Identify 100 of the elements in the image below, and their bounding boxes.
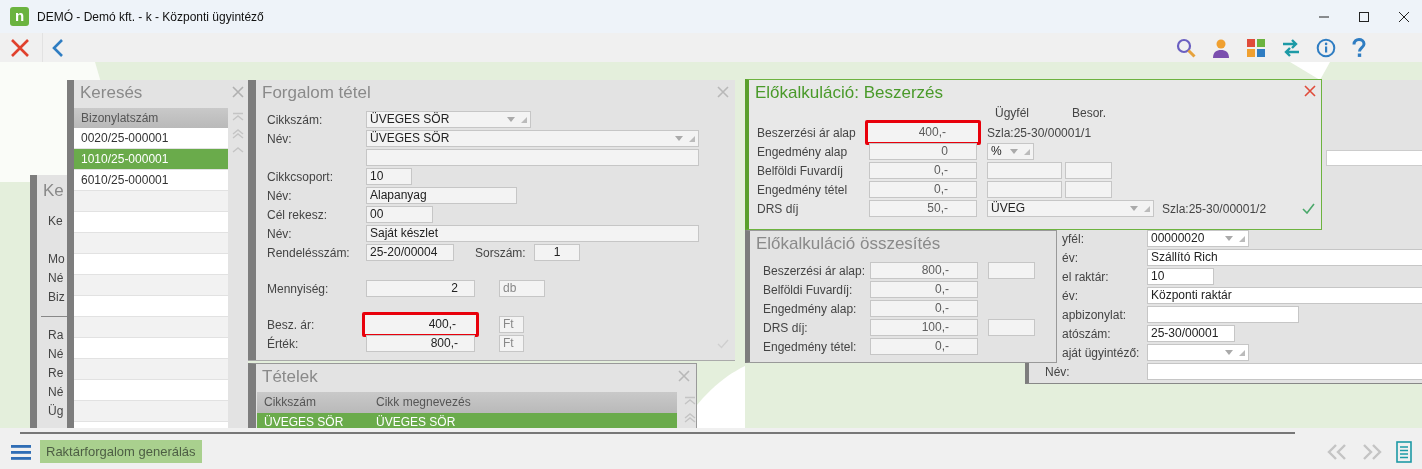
help-icon[interactable] bbox=[1351, 37, 1367, 58]
check-icon[interactable] bbox=[1302, 203, 1315, 214]
caret-icon bbox=[1129, 204, 1151, 213]
caret-icon bbox=[506, 115, 528, 124]
input-field[interactable]: 0 bbox=[869, 143, 977, 160]
field-label: DRS díj bbox=[756, 200, 800, 218]
app-logo: n bbox=[10, 7, 29, 26]
dropdown-field[interactable]: ÜVEG bbox=[987, 200, 1154, 217]
maximize-icon[interactable] bbox=[1358, 10, 1370, 23]
input-field[interactable]: Alapanyag bbox=[366, 187, 517, 204]
input-field[interactable]: 25-20/00004 bbox=[366, 244, 454, 261]
field-label: apbizonylat: bbox=[1062, 307, 1127, 322]
reference-text: Szla:25-30/00001/2 bbox=[1162, 200, 1267, 218]
input-field[interactable]: Központi raktár bbox=[1147, 287, 1422, 304]
field-label: Név: bbox=[267, 225, 293, 243]
back-icon[interactable] bbox=[51, 37, 65, 58]
caret-icon bbox=[1224, 348, 1246, 357]
menu-icon[interactable] bbox=[11, 443, 31, 460]
input-field[interactable]: 0,- bbox=[869, 181, 977, 198]
panel-title: Tételek bbox=[261, 366, 318, 387]
table-row[interactable]: 0020/25-000001 bbox=[74, 128, 228, 149]
close-icon[interactable] bbox=[1398, 10, 1410, 23]
input-field[interactable]: 400,- bbox=[865, 120, 981, 145]
field-label: Név: bbox=[267, 187, 293, 205]
input-field[interactable]: 10 bbox=[1147, 268, 1214, 285]
table-cell-text: ÜVEGES SÖR bbox=[375, 414, 456, 428]
input-field[interactable]: 800,- bbox=[366, 335, 475, 352]
page-up-icon[interactable] bbox=[232, 129, 244, 139]
window-title: DEMÓ - Demó kft. - k - Központi ügyintéző bbox=[37, 8, 264, 26]
unit-field: Ft bbox=[499, 316, 524, 333]
column-header[interactable]: Cikkszám bbox=[257, 392, 369, 413]
next-icon[interactable] bbox=[1361, 442, 1383, 461]
input-field[interactable] bbox=[1065, 181, 1112, 198]
column-header: Ügyfél bbox=[995, 106, 1030, 120]
field-label: yfél: bbox=[1062, 231, 1084, 246]
column-header: Besor. bbox=[1072, 106, 1107, 120]
caret-icon bbox=[674, 134, 696, 143]
panel-title: Forgalom tétel bbox=[261, 82, 371, 103]
swap-icon[interactable] bbox=[1281, 37, 1301, 58]
field-label: Engedmény tétel bbox=[756, 181, 849, 199]
scroll-top-icon[interactable] bbox=[683, 396, 696, 406]
info-icon[interactable] bbox=[1316, 37, 1336, 58]
field-label: Mennyiség: bbox=[267, 280, 330, 298]
input-field[interactable] bbox=[987, 162, 1062, 179]
search-icon[interactable] bbox=[1176, 37, 1196, 58]
field-label: atószám: bbox=[1062, 326, 1111, 341]
field-label: Üg bbox=[47, 402, 65, 420]
field-label: aját ügyintéző: bbox=[1062, 345, 1140, 360]
field-label: Né bbox=[47, 269, 65, 287]
field-label: Né bbox=[47, 383, 65, 401]
column-header[interactable]: Cikk megnevezés bbox=[369, 392, 471, 413]
input-field[interactable]: 2 bbox=[366, 280, 475, 297]
input-field[interactable] bbox=[1147, 363, 1422, 380]
field-label: Beszerzési ár alap: bbox=[762, 262, 867, 280]
input-field[interactable]: Saját készlet bbox=[366, 225, 699, 242]
input-field[interactable]: 400,- bbox=[362, 312, 479, 337]
document-icon[interactable] bbox=[1396, 440, 1412, 463]
scroll-top-icon[interactable] bbox=[232, 112, 244, 122]
input-field[interactable]: 50,- bbox=[869, 200, 977, 217]
input-field[interactable]: 00 bbox=[366, 206, 433, 223]
table-cell-text: ÜVEGES SÖR bbox=[263, 414, 345, 428]
reference-text: Szla:25-30/00001/1 bbox=[987, 124, 1092, 142]
previous-icon[interactable] bbox=[1326, 442, 1348, 461]
generate-button[interactable]: Raktárforgalom generálás bbox=[40, 440, 202, 463]
input-field: 800,- bbox=[870, 262, 978, 279]
field-label: Cikkcsoport: bbox=[267, 168, 335, 186]
field-label: év: bbox=[1062, 250, 1078, 265]
field-label: Re bbox=[47, 364, 65, 382]
field-label: Ke bbox=[47, 212, 64, 230]
table-row[interactable]: 6010/25-000001 bbox=[74, 170, 228, 191]
field-label: Né bbox=[47, 345, 65, 363]
caret-icon bbox=[1224, 234, 1246, 243]
user-icon[interactable] bbox=[1211, 37, 1231, 58]
dropdown-field[interactable] bbox=[1147, 344, 1249, 361]
input-field[interactable] bbox=[1147, 306, 1299, 323]
input-field[interactable]: 10 bbox=[366, 168, 412, 185]
field-label: Cikkszám: bbox=[267, 111, 324, 129]
dropdown-field[interactable]: 00000020 bbox=[1147, 230, 1249, 247]
page-up-icon[interactable] bbox=[683, 413, 696, 423]
unit-field: Ft bbox=[499, 335, 524, 352]
scroll-up-icon[interactable] bbox=[232, 146, 244, 154]
input-field[interactable] bbox=[366, 149, 699, 166]
input-field[interactable]: 1 bbox=[534, 244, 580, 261]
field-label: Belföldi Fuvardíj bbox=[756, 162, 845, 180]
dropdown-field[interactable]: ÜVEGES SÖR bbox=[366, 130, 699, 147]
input-field[interactable] bbox=[987, 181, 1062, 198]
field-label: Rendelésszám: bbox=[267, 244, 351, 262]
input-field: 0,- bbox=[870, 281, 978, 298]
input-field[interactable]: 0,- bbox=[869, 162, 977, 179]
column-header[interactable]: Bizonylatszám bbox=[74, 108, 228, 128]
input-field: 0,- bbox=[870, 338, 978, 355]
dropdown-field[interactable]: % bbox=[987, 143, 1034, 160]
input-field[interactable]: 25-30/00001 bbox=[1147, 325, 1235, 342]
input-field[interactable]: Szállító Rich bbox=[1147, 249, 1422, 266]
input-field[interactable] bbox=[1326, 150, 1422, 166]
dropdown-field[interactable]: ÜVEGES SÖR bbox=[366, 111, 531, 128]
grid-icon[interactable] bbox=[1246, 37, 1266, 58]
input-field[interactable] bbox=[1065, 162, 1112, 179]
panel-title: Keresés bbox=[79, 82, 143, 103]
field-label: Engedmény tétel: bbox=[762, 338, 858, 356]
